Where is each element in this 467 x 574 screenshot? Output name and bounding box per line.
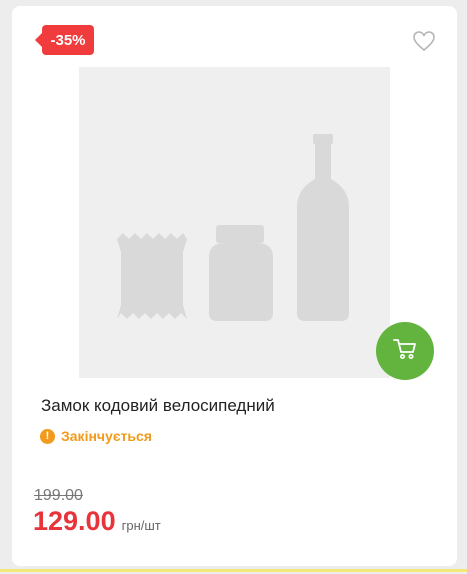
current-price: 129.00: [33, 506, 116, 536]
old-price: 199.00: [34, 487, 83, 504]
price-row: 129.00 грн/шт: [33, 506, 161, 537]
product-title[interactable]: Замок кодовий велосипедний: [41, 396, 275, 416]
add-to-cart-button[interactable]: [376, 322, 434, 380]
bottom-divider: [0, 569, 467, 572]
stock-status: ! Закінчується: [40, 428, 152, 444]
product-card[interactable]: -35% Замок кодовий велосипедний ! Закінч…: [12, 6, 457, 566]
warning-icon: !: [40, 428, 55, 444]
stock-status-label: Закінчується: [61, 428, 152, 444]
product-image-placeholder[interactable]: [79, 67, 390, 378]
price-unit: грн/шт: [121, 518, 161, 533]
heart-icon[interactable]: [412, 30, 436, 52]
cart-icon: [393, 338, 417, 365]
discount-badge: -35%: [35, 25, 94, 55]
